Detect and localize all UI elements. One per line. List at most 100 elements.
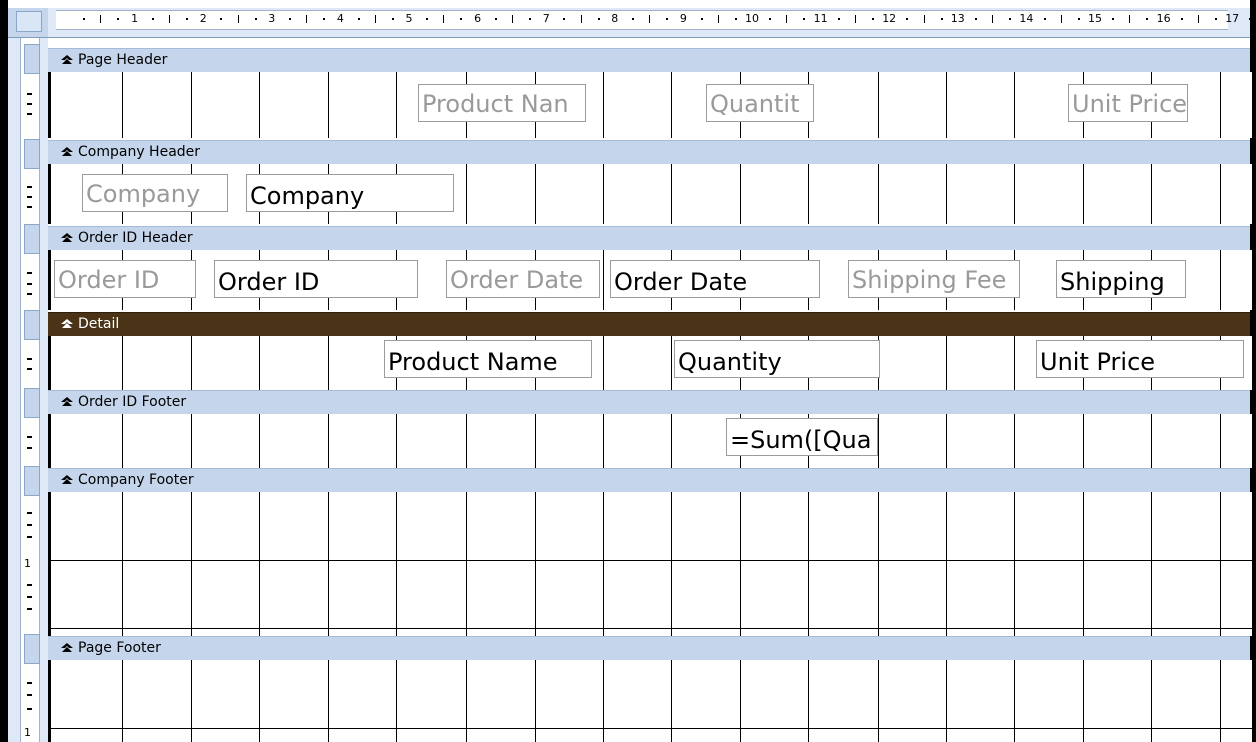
order-id-footer-band[interactable]: Order ID Footer	[48, 390, 1250, 416]
section-selector-order-id-header[interactable]	[24, 224, 40, 254]
grid-line	[259, 660, 260, 742]
grid-line	[878, 164, 879, 224]
ruler-dot	[734, 18, 737, 20]
ruler-mark	[27, 536, 32, 538]
ruler-mark	[27, 596, 32, 598]
grid-line	[50, 336, 51, 390]
section-selector-company-header[interactable]	[24, 139, 40, 169]
ruler-tick	[992, 15, 994, 23]
ruler-number: 10	[745, 12, 759, 25]
grid-line	[50, 560, 1252, 561]
grid-line	[946, 492, 947, 636]
quantity-textbox[interactable]: Quantity	[674, 340, 880, 378]
page-header-area[interactable]: Product Nan Quantit Unit Price	[48, 72, 1252, 138]
page-header-title: Page Header	[78, 52, 168, 68]
ruler-number: 1	[24, 557, 31, 570]
ruler-dot	[186, 18, 189, 20]
grid-line	[603, 336, 604, 390]
ruler-tick	[168, 15, 170, 23]
ruler-number: 16	[1156, 12, 1171, 25]
chevron-up-icon[interactable]	[60, 53, 74, 67]
page-footer-title: Page Footer	[78, 640, 161, 656]
grid-line	[1014, 72, 1015, 138]
detail-area[interactable]: Product Name Quantity Unit Price	[48, 336, 1252, 390]
order-id-label[interactable]: Order ID	[54, 260, 196, 298]
ruler-dot	[803, 18, 806, 20]
ruler-dot	[288, 18, 291, 20]
ruler-number: 11	[813, 12, 828, 25]
chevron-up-icon[interactable]	[60, 317, 74, 331]
shipping-textbox[interactable]: Shipping	[1056, 260, 1186, 298]
ruler-dot	[494, 18, 497, 20]
grid-line	[466, 660, 467, 742]
company-header-area[interactable]: Company Company	[48, 164, 1252, 224]
ruler-dot	[151, 18, 154, 20]
order-id-header-band[interactable]: Order ID Header	[48, 226, 1250, 252]
page-header-band[interactable]: Page Header	[48, 48, 1250, 74]
ruler-tick	[1129, 15, 1131, 23]
ruler-tick	[511, 15, 513, 23]
ruler-dot	[391, 18, 394, 20]
section-selector-company-footer[interactable]	[24, 466, 40, 496]
chevron-up-icon[interactable]	[60, 641, 74, 655]
company-label[interactable]: Company	[82, 174, 228, 212]
order-date-label[interactable]: Order Date	[446, 260, 600, 298]
ruler-dot	[1009, 18, 1012, 20]
unit-price-label[interactable]: Unit Price	[1068, 84, 1188, 122]
section-selector-order-id-footer[interactable]	[24, 388, 40, 418]
detail-band[interactable]: Detail	[48, 312, 1250, 338]
sum-quantity-textbox[interactable]: =Sum([Qua	[726, 418, 878, 456]
unit-price-textbox[interactable]: Unit Price	[1036, 340, 1244, 378]
grid-line	[50, 628, 1252, 629]
ruler-dot	[906, 18, 909, 20]
ruler-dot	[666, 18, 669, 20]
page-footer-area[interactable]	[48, 660, 1252, 742]
ruler-dot	[940, 18, 943, 20]
grid-line	[396, 660, 397, 742]
section-selector-page-header[interactable]	[24, 44, 40, 74]
shipping-fee-label[interactable]: Shipping Fee	[848, 260, 1020, 298]
grid-line	[1083, 492, 1084, 636]
order-date-textbox[interactable]: Order Date	[610, 260, 820, 298]
ruler-mark	[27, 708, 32, 710]
grid-line	[671, 660, 672, 742]
chevron-up-icon[interactable]	[60, 231, 74, 245]
company-header-band[interactable]: Company Header	[48, 140, 1250, 166]
company-footer-area[interactable]	[48, 492, 1252, 636]
ruler-mark	[27, 524, 32, 526]
quantity-label[interactable]: Quantit	[706, 84, 814, 122]
product-name-textbox[interactable]: Product Name	[384, 340, 592, 378]
grid-line	[50, 414, 51, 468]
product-name-label[interactable]: Product Nan	[418, 84, 586, 122]
section-selector-detail[interactable]	[24, 310, 40, 340]
grid-line	[603, 414, 604, 468]
page-footer-band[interactable]: Page Footer	[48, 636, 1250, 662]
company-footer-band[interactable]: Company Footer	[48, 468, 1250, 494]
grid-line	[1014, 660, 1015, 742]
grid-line	[603, 660, 604, 742]
order-id-footer-title: Order ID Footer	[78, 394, 187, 410]
ruler-mark	[27, 447, 32, 449]
chevron-up-icon[interactable]	[60, 473, 74, 487]
order-id-header-area[interactable]: Order ID Order ID Order Date Order Date …	[48, 250, 1252, 310]
ruler-number: 3	[268, 12, 276, 25]
ruler-dot	[1215, 18, 1218, 20]
ruler-mark	[27, 584, 32, 586]
company-textbox[interactable]: Company	[246, 174, 454, 212]
ruler-number: 17	[1225, 12, 1240, 25]
ruler-dot	[872, 18, 875, 20]
ruler-number: 8	[611, 12, 619, 25]
chevron-up-icon[interactable]	[60, 395, 74, 409]
grid-line	[535, 414, 536, 468]
order-id-footer-area[interactable]: =Sum([Qua	[48, 414, 1252, 468]
grid-line	[466, 492, 467, 636]
report-selector-button[interactable]	[16, 11, 42, 32]
company-header-title: Company Header	[78, 144, 201, 160]
order-id-textbox[interactable]: Order ID	[214, 260, 418, 298]
ruler-dot	[700, 18, 703, 20]
grid-line	[396, 414, 397, 468]
grid-line	[50, 164, 51, 224]
section-selector-page-footer[interactable]	[24, 634, 40, 664]
chevron-up-icon[interactable]	[60, 145, 74, 159]
ruler-mark	[27, 113, 32, 115]
